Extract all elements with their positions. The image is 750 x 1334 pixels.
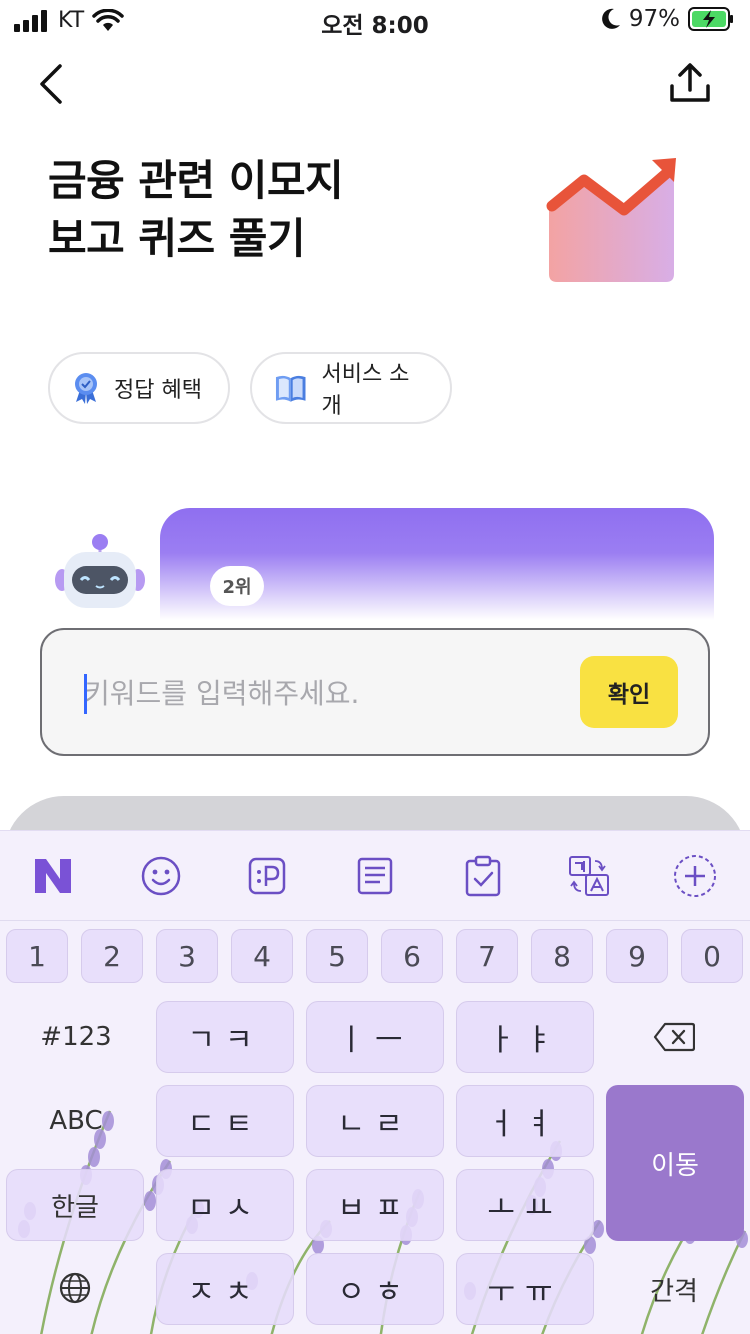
naver-n-button[interactable] <box>30 853 76 899</box>
keyboard: 1 2 3 4 5 6 7 8 9 0 #123 ABC 한글 ㄱㅋ ㅣㅡ ㅏㅑ… <box>0 830 750 1334</box>
open-book-icon <box>275 375 306 402</box>
key-0[interactable]: 0 <box>681 929 743 983</box>
key-jieut-chieut[interactable]: ㅈㅊ <box>156 1253 294 1325</box>
key-mieum-siot[interactable]: ㅁㅅ <box>156 1169 294 1241</box>
key-a-ya[interactable]: ㅏㅑ <box>456 1001 594 1073</box>
key-u-yu[interactable]: ㅜㅠ <box>456 1253 594 1325</box>
notes-button[interactable] <box>352 853 398 899</box>
space-key[interactable]: 간격 <box>604 1253 744 1325</box>
keyboard-toolbar <box>0 831 750 921</box>
robot-icon <box>55 534 145 608</box>
key-eo-yeo[interactable]: ㅓㅕ <box>456 1085 594 1157</box>
chip-label: 정답 혜택 <box>114 378 202 403</box>
clipboard-button[interactable] <box>460 853 506 899</box>
key-i-eu[interactable]: ㅣㅡ <box>306 1001 444 1073</box>
moon-icon <box>602 8 620 29</box>
emoji-icon <box>141 856 181 896</box>
back-button[interactable] <box>32 60 76 108</box>
english-mode-key[interactable]: ABC <box>6 1085 146 1157</box>
go-key[interactable]: 이동 <box>606 1085 744 1241</box>
key-o-yo[interactable]: ㅗㅛ <box>456 1169 594 1241</box>
keyword-search-box: 확인 <box>40 628 710 756</box>
key-2[interactable]: 2 <box>81 929 143 983</box>
keyword-input[interactable] <box>84 668 564 718</box>
backspace-key[interactable] <box>604 1001 744 1073</box>
add-circle-icon <box>674 855 716 897</box>
chart-trend-up-icon <box>546 158 676 282</box>
battery-charging-icon <box>688 7 733 31</box>
chip-service-intro[interactable]: 서비스 소개 <box>250 352 452 424</box>
confirm-button[interactable]: 확인 <box>580 656 678 728</box>
chip-answer-benefit[interactable]: 정답 혜택 <box>48 352 230 424</box>
status-bar: KT 오전 8:00 97% <box>0 0 750 40</box>
text-cursor <box>84 674 87 714</box>
key-9[interactable]: 9 <box>606 929 668 983</box>
sticker-button[interactable] <box>244 853 290 899</box>
share-upload-icon <box>670 63 710 102</box>
award-badge-icon <box>75 373 97 404</box>
key-ieung-hieut[interactable]: ㅇㅎ <box>306 1253 444 1325</box>
backspace-icon <box>653 1022 695 1052</box>
key-1[interactable]: 1 <box>6 929 68 983</box>
chevron-left-icon <box>40 64 62 104</box>
key-4[interactable]: 4 <box>231 929 293 983</box>
globe-key[interactable] <box>6 1253 146 1325</box>
translate-button[interactable] <box>566 853 612 899</box>
clipboard-icon <box>465 855 501 897</box>
rank-badge: 2위 <box>210 566 264 606</box>
key-digeut-tieut[interactable]: ㄷㅌ <box>156 1085 294 1157</box>
key-nieun-rieul[interactable]: ㄴㄹ <box>306 1085 444 1157</box>
emoji-button[interactable] <box>138 853 184 899</box>
korean-mode-key[interactable]: 한글 <box>6 1169 144 1241</box>
naver-n-icon <box>35 859 71 893</box>
key-3[interactable]: 3 <box>156 929 218 983</box>
battery-percent: 97% <box>628 6 680 32</box>
page-title: 금융 관련 이모지 보고 퀴즈 풀기 <box>48 156 344 263</box>
key-bieup-pieup[interactable]: ㅂㅍ <box>306 1169 444 1241</box>
notes-icon <box>357 857 393 895</box>
sticker-p-icon <box>248 857 286 895</box>
add-tool-button[interactable] <box>672 853 718 899</box>
key-5[interactable]: 5 <box>306 929 368 983</box>
share-button[interactable] <box>666 60 714 108</box>
key-6[interactable]: 6 <box>381 929 443 983</box>
globe-icon <box>59 1272 91 1304</box>
key-giyeok-kieuk[interactable]: ㄱㅋ <box>156 1001 294 1073</box>
key-7[interactable]: 7 <box>456 929 518 983</box>
key-8[interactable]: 8 <box>531 929 593 983</box>
translate-icon <box>569 856 609 896</box>
chip-label: 서비스 소개 <box>321 362 410 419</box>
symbol-mode-key[interactable]: #123 <box>6 1001 146 1073</box>
